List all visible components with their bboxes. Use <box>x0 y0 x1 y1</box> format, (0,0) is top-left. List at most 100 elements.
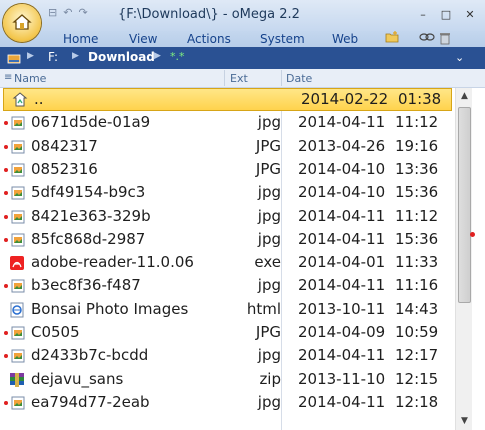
file-row[interactable]: Bonsai Photo Images html 2013-10-11 14:43 <box>0 298 455 321</box>
window-title: {F:\Download\} - oMega 2.2 <box>118 7 300 22</box>
file-row[interactable]: 0852316 JPG 2014-04-10 13:36 <box>0 158 455 181</box>
app-menu-button[interactable] <box>3 4 41 42</box>
file-date: 2014-04-11 <box>298 229 386 248</box>
qat-save-icon[interactable]: ⊟ <box>48 6 57 19</box>
file-date: 2014-04-11 <box>298 346 386 365</box>
status-dot-icon <box>4 284 8 289</box>
close-button[interactable]: ✕ <box>460 7 480 23</box>
menu-home[interactable]: Home <box>63 32 98 46</box>
file-time: 01:38 <box>398 90 442 108</box>
file-date: 2014-04-11 <box>298 206 386 225</box>
image-icon <box>9 115 25 131</box>
right-margin <box>470 88 485 430</box>
menu-system[interactable]: System <box>260 32 305 46</box>
column-ext[interactable]: Ext <box>230 72 248 85</box>
file-name: d2433b7c-bcdd <box>31 346 149 365</box>
image-icon <box>9 395 25 411</box>
file-row[interactable]: C0505 JPG 2014-04-09 10:59 <box>0 321 455 344</box>
file-ext: jpg <box>257 183 281 202</box>
file-row[interactable]: 5df49154-b9c3 jpg 2014-04-10 15:36 <box>0 181 455 204</box>
file-name: 0852316 <box>31 159 98 178</box>
file-row[interactable]: 85fc868d-2987 jpg 2014-04-11 15:36 <box>0 228 455 251</box>
file-name: ea794d77-2eab <box>31 392 150 411</box>
file-name: .. <box>34 90 44 108</box>
file-ext: jpg <box>257 113 281 132</box>
file-ext: zip <box>259 369 281 388</box>
status-dot-icon <box>4 400 8 405</box>
column-name[interactable]: Name <box>14 72 46 85</box>
file-row[interactable]: 8421e363-329b jpg 2014-04-11 11:12 <box>0 205 455 228</box>
undo-icon[interactable]: ↶ <box>63 6 72 19</box>
status-dot-icon <box>4 191 8 196</box>
column-divider[interactable] <box>224 70 225 86</box>
file-time: 15:36 <box>395 183 439 202</box>
file-time: 12:18 <box>395 392 439 411</box>
file-time: 11:16 <box>395 276 439 295</box>
sort-indicator-icon: ≡ <box>4 72 13 83</box>
maximize-button[interactable]: □ <box>436 7 456 23</box>
breadcrumb-separator-icon: ▶ <box>27 51 34 61</box>
breadcrumb-separator-icon: ▶ <box>72 51 79 61</box>
drive-icon <box>7 51 21 70</box>
file-time: 13:36 <box>395 159 439 178</box>
image-icon <box>9 278 25 294</box>
image-icon <box>9 325 25 341</box>
file-row[interactable]: 0842317 JPG 2013-04-26 19:16 <box>0 135 455 158</box>
file-time: 11:12 <box>395 113 439 132</box>
status-dot-icon <box>4 144 8 149</box>
html-icon <box>9 302 25 318</box>
quick-access-toolbar: ⊟ ↶ ↷ <box>48 6 88 19</box>
file-date: 2014-04-11 <box>298 276 386 295</box>
scroll-up-icon[interactable]: ▲ <box>456 88 473 105</box>
file-time: 11:33 <box>395 253 439 272</box>
file-ext: jpg <box>257 206 281 225</box>
title-bar: ⊟ ↶ ↷ {F:\Download\} - oMega 2.2 – □ ✕ <box>0 0 485 31</box>
image-icon <box>9 348 25 364</box>
file-row[interactable]: .. 2014-02-22 01:38 <box>3 88 452 111</box>
file-row[interactable]: d2433b7c-bcdd jpg 2014-04-11 12:17 <box>0 344 455 367</box>
image-icon <box>9 232 25 248</box>
vertical-scrollbar[interactable]: ▲ ▼ <box>455 88 473 430</box>
file-name: b3ec8f36-f487 <box>31 276 141 295</box>
file-row[interactable]: ea794d77-2eab jpg 2014-04-11 12:18 <box>0 391 455 414</box>
menu-view[interactable]: View <box>129 32 157 46</box>
redo-icon[interactable]: ↷ <box>78 6 87 19</box>
image-icon <box>9 139 25 155</box>
status-dot-icon <box>4 237 8 242</box>
breadcrumb-drive[interactable]: F: <box>48 50 58 64</box>
status-dot-icon <box>4 121 8 126</box>
file-date: 2014-04-11 <box>298 113 386 132</box>
file-name: 5df49154-b9c3 <box>31 183 146 202</box>
file-ext: html <box>246 299 281 318</box>
menu-web[interactable]: Web <box>332 32 358 46</box>
column-date[interactable]: Date <box>286 72 312 85</box>
scroll-down-icon[interactable]: ▼ <box>456 413 473 430</box>
minimize-button[interactable]: – <box>413 7 433 23</box>
chevron-down-icon[interactable]: ⌄ <box>455 51 464 64</box>
breadcrumb-folder[interactable]: Download <box>88 50 155 64</box>
file-date: 2014-04-10 <box>298 183 386 202</box>
file-ext: JPG <box>255 323 281 341</box>
recycle-bin-icon[interactable] <box>439 31 451 48</box>
breadcrumb-separator-icon: ▶ <box>154 51 161 61</box>
file-row[interactable]: adobe-reader-11.0.06 exe 2014-04-01 11:33 <box>0 251 455 274</box>
address-bar[interactable]: ▶ F: ▶ Download ▶ *.* ⌄ <box>0 47 485 69</box>
file-list[interactable]: .. 2014-02-22 01:38 0671d5de-01a9 jpg 2014-04… <box>0 88 455 430</box>
file-time: 11:12 <box>395 206 439 225</box>
file-ext: jpg <box>257 346 281 365</box>
file-name: 0842317 <box>31 136 98 155</box>
file-name: 85fc868d-2987 <box>31 229 146 248</box>
column-divider[interactable] <box>281 70 282 86</box>
folder-up-icon <box>12 92 28 108</box>
menu-actions[interactable]: Actions <box>187 32 231 46</box>
file-row[interactable]: 0671d5de-01a9 jpg 2014-04-11 11:12 <box>0 111 455 134</box>
file-row[interactable]: b3ec8f36-f487 jpg 2014-04-11 11:16 <box>0 274 455 297</box>
file-time: 15:36 <box>395 229 439 248</box>
scrollbar-thumb[interactable] <box>458 107 471 303</box>
file-date: 2013-10-11 <box>298 299 386 318</box>
file-filter[interactable]: *.* <box>170 50 185 63</box>
new-folder-icon[interactable] <box>385 31 399 46</box>
file-time: 19:16 <box>395 136 439 155</box>
link-icon[interactable] <box>419 31 435 46</box>
file-row[interactable]: dejavu_sans zip 2013-11-10 12:15 <box>0 368 455 391</box>
